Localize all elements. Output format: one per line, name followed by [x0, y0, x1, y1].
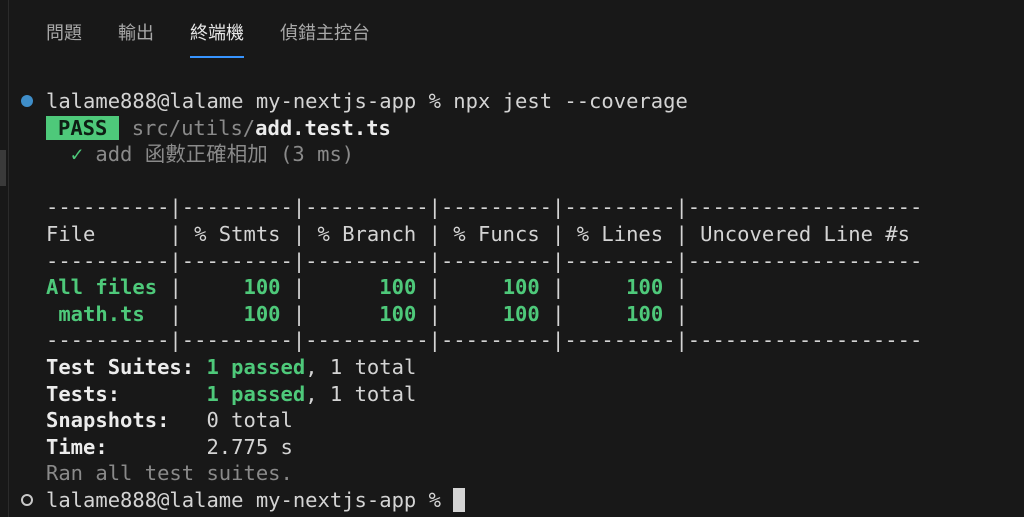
terminal-panel: 問題 輸出 終端機 偵錯主控台 lalame888@lalame my-next… — [0, 0, 1024, 517]
test-file-dir: src/utils/ — [131, 115, 256, 140]
row-stmts: 100 — [243, 301, 281, 326]
table-separator-bottom: ----------|---------|----------|--------… — [46, 328, 923, 353]
ran-all-text: Ran all test suites. — [46, 461, 293, 486]
row-stmts: 100 — [243, 275, 281, 300]
row-funcs: 100 — [502, 301, 540, 326]
suites-total: , 1 total — [305, 354, 417, 379]
tab-debug-console[interactable]: 偵錯主控台 — [262, 0, 388, 60]
time-value: 2.775 s — [206, 434, 293, 459]
command-text: npx jest --coverage — [453, 89, 688, 113]
table-header: File | % Stmts | % Branch | % Funcs | % … — [46, 221, 910, 246]
table-separator-mid: ----------|---------|----------|--------… — [46, 248, 923, 273]
row-funcs: 100 — [502, 275, 540, 300]
prompt-text: lalame888@lalame my-nextjs-app % — [46, 89, 454, 113]
row-branch: 100 — [379, 301, 417, 326]
time-label: Time: — [46, 434, 108, 459]
snapshots-label: Snapshots: — [46, 408, 170, 433]
test-result-line: ✓ add 函數正確相加 (3 ms) — [0, 141, 1024, 168]
row-lines: 100 — [626, 275, 664, 300]
test-time: (3 ms) — [280, 142, 355, 167]
snapshots-value: 0 total — [206, 408, 293, 433]
table-row: math.ts | 100 | 100 | 100 | 100 | — [46, 301, 688, 326]
tab-terminal[interactable]: 終端機 — [172, 0, 262, 60]
test-name: add 函數正確相加 — [95, 142, 268, 167]
table-separator-top: ----------|---------|----------|--------… — [46, 195, 923, 220]
summary-tests: Tests: 1 passed, 1 total — [0, 381, 1024, 408]
row-file: All files — [46, 275, 158, 300]
row-lines: 100 — [626, 301, 664, 326]
current-prompt-line[interactable]: lalame888@lalame my-nextjs-app % — [0, 487, 1024, 514]
tab-problems[interactable]: 問題 — [28, 0, 100, 60]
suites-passed: 1 passed — [206, 354, 306, 379]
row-branch: 100 — [379, 275, 417, 300]
test-file-name: add.test.ts — [255, 115, 391, 140]
prompt-status-dot-icon[interactable] — [21, 493, 33, 506]
tab-output[interactable]: 輸出 — [100, 0, 172, 60]
row-file: math.ts — [46, 301, 145, 326]
tests-label: Tests: — [46, 381, 121, 406]
tests-total: , 1 total — [305, 381, 417, 406]
panel-tabs: 問題 輸出 終端機 偵錯主控台 — [28, 0, 388, 60]
summary-suites: Test Suites: 1 passed, 1 total — [0, 354, 1024, 381]
table-row: All files | 100 | 100 | 100 | 100 | — [46, 275, 688, 300]
summary-snapshots: Snapshots: 0 total — [0, 407, 1024, 434]
cursor-icon — [453, 487, 466, 512]
command-line: lalame888@lalame my-nextjs-app % npx jes… — [0, 88, 1024, 115]
summary-time: Time: 2.775 s — [0, 434, 1024, 461]
final-prompt-text: lalame888@lalame my-nextjs-app % — [46, 487, 454, 512]
check-icon: ✓ — [70, 142, 84, 167]
command-status-dot-icon[interactable] — [21, 95, 33, 107]
tests-passed: 1 passed — [206, 381, 306, 406]
terminal-output[interactable]: lalame888@lalame my-nextjs-app % npx jes… — [0, 88, 1024, 514]
pass-badge: PASS — [46, 115, 120, 140]
pass-line: PASS src/utils/add.test.ts — [0, 115, 1024, 142]
suites-label: Test Suites: — [46, 354, 195, 379]
